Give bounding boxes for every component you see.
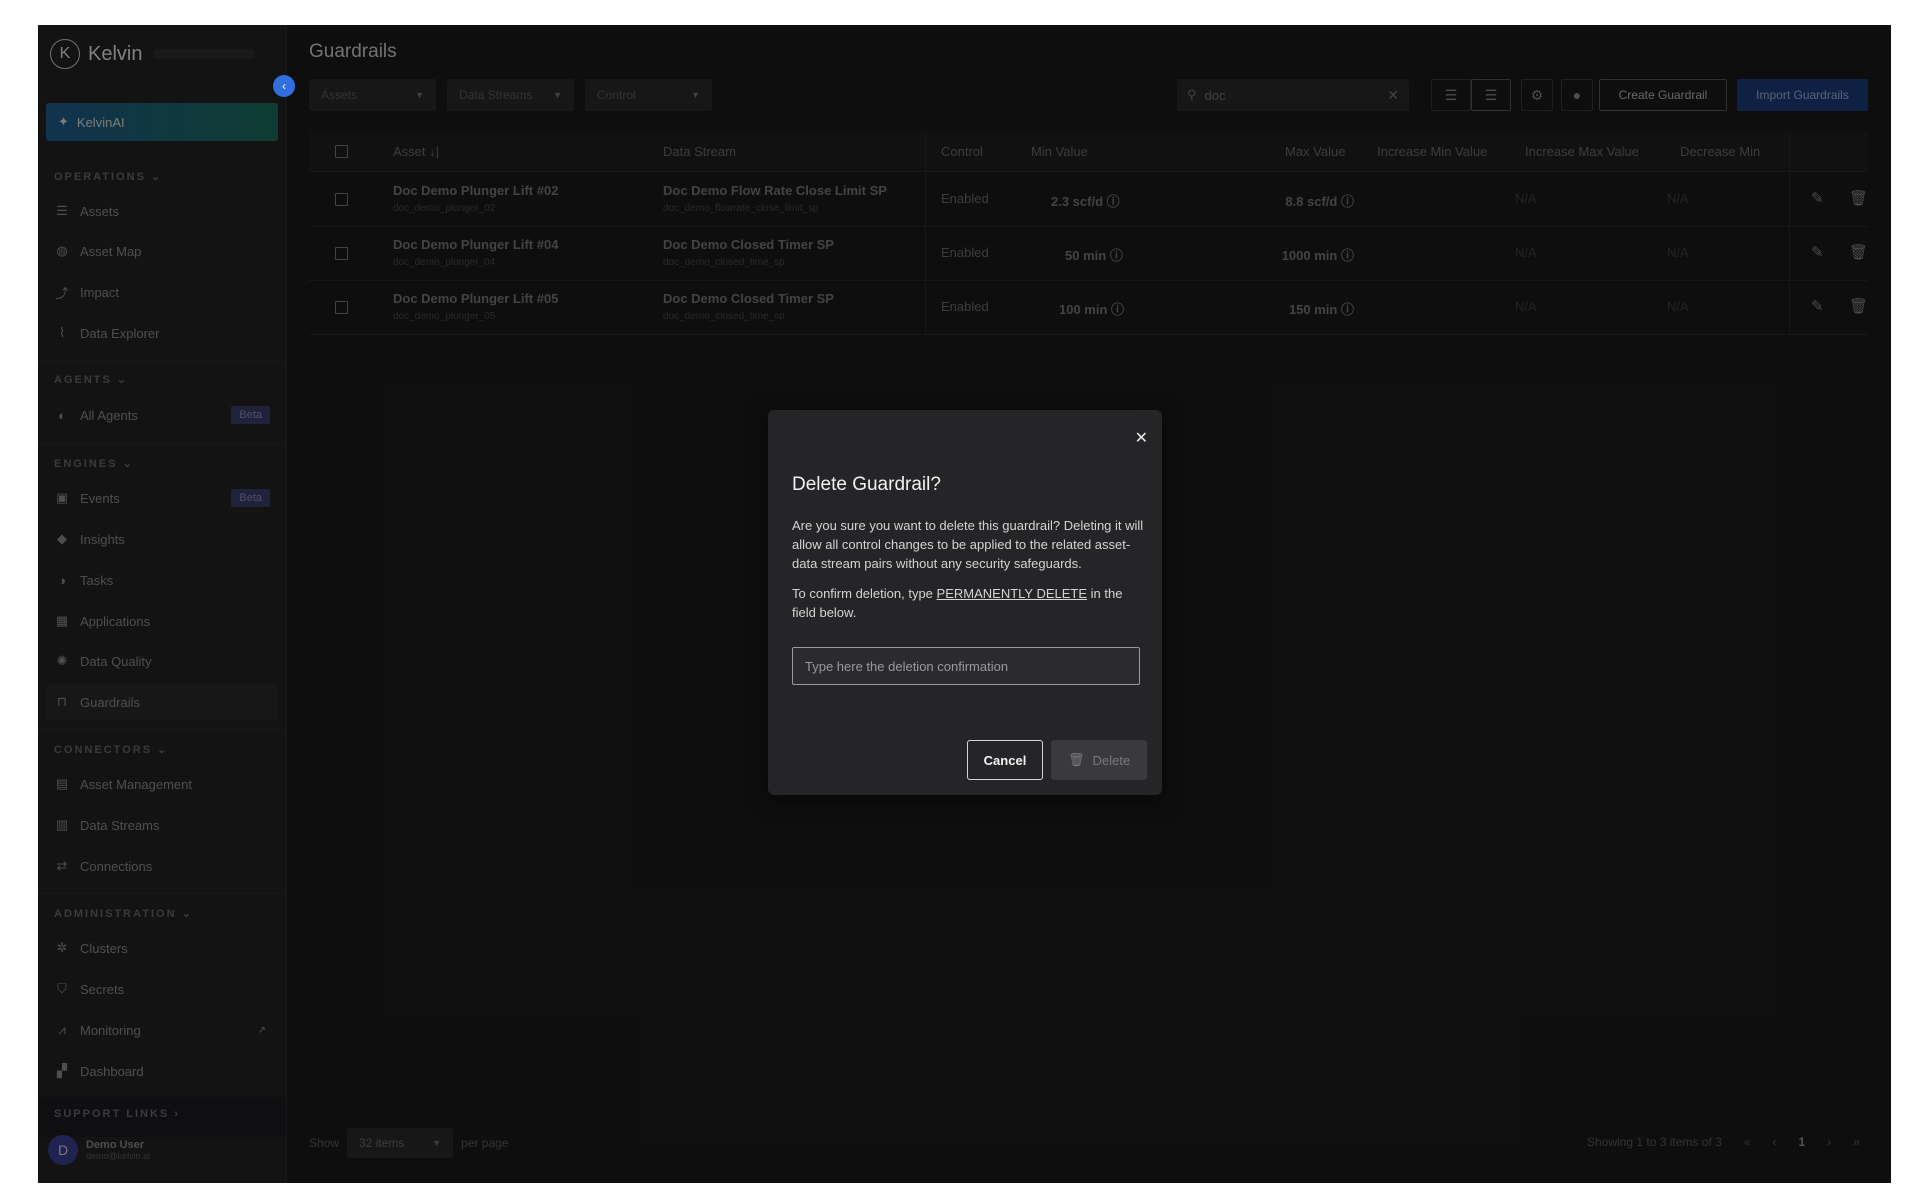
close-icon[interactable]: ✕ — [1135, 428, 1148, 448]
chevron-left-icon: ‹ — [282, 79, 286, 93]
confirm-keyword: PERMANENTLY DELETE — [936, 586, 1088, 601]
delete-button[interactable]: 🗑 Delete — [1051, 740, 1147, 780]
deletion-confirmation-input[interactable] — [792, 647, 1140, 685]
trash-icon: 🗑 — [1067, 752, 1085, 767]
cancel-button[interactable]: Cancel — [967, 740, 1043, 780]
confirm-instruction: To confirm deletion, type PERMANENTLY DE… — [792, 586, 1123, 620]
delete-guardrail-dialog: ✕ Delete Guardrail? Are you sure you wan… — [768, 410, 1162, 795]
sidebar-collapse-button[interactable]: ‹ — [273, 75, 295, 97]
app-window: K Kelvin ✦ KelvinAI OPERATIONS ⌄ ☰ Assets… — [38, 25, 1891, 1183]
delete-label: Delete — [1092, 752, 1131, 768]
dialog-message: Are you sure you want to delete this gua… — [792, 518, 1144, 571]
dialog-title: Delete Guardrail? — [792, 474, 941, 495]
